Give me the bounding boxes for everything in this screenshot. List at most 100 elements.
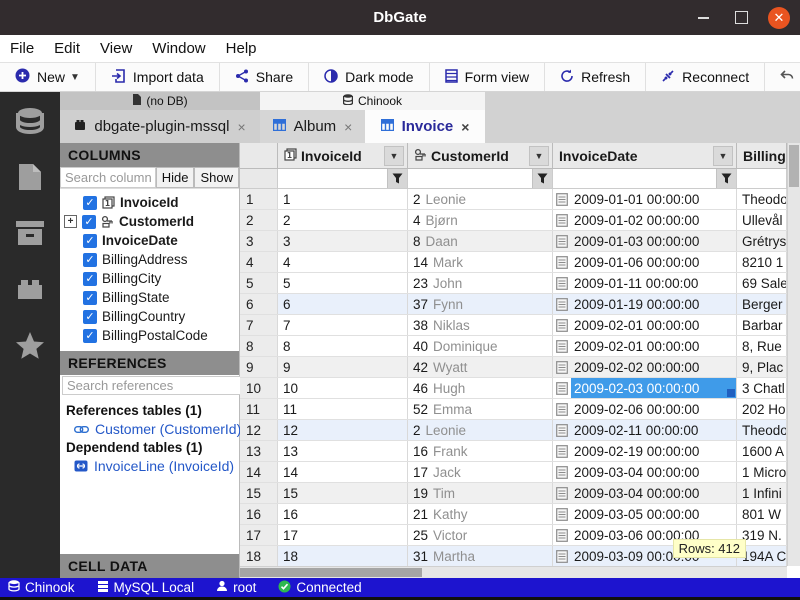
search-columns-input[interactable] [60, 167, 156, 188]
row-number-cell[interactable]: 17 [240, 525, 278, 545]
invoicedate-cell[interactable]: 2009-01-01 00:00:00 [553, 189, 737, 209]
invoiceid-cell[interactable]: 13 [278, 441, 408, 461]
show-button[interactable]: Show [194, 167, 239, 188]
tab-invoice[interactable]: Invoice × [365, 110, 485, 143]
invoicedate-cell[interactable]: 2009-02-06 00:00:00 [553, 399, 737, 419]
selection-handle[interactable] [727, 389, 735, 397]
customerid-cell[interactable]: 40Dominique [408, 336, 553, 356]
archive-icon[interactable] [13, 218, 47, 248]
filter-funnel-icon[interactable] [716, 169, 736, 188]
column-header-customerid[interactable]: CustomerId ▼ [408, 143, 553, 168]
row-number-cell[interactable]: 14 [240, 462, 278, 482]
filter-input[interactable] [737, 169, 786, 188]
filter-input[interactable] [408, 169, 532, 188]
row-number-cell[interactable]: 4 [240, 252, 278, 272]
checkbox-checked-icon[interactable]: ✓ [83, 329, 97, 343]
invoiceid-cell[interactable]: 2 [278, 210, 408, 230]
customerid-cell[interactable]: 19Tim [408, 483, 553, 503]
import-data-button[interactable]: Import data [96, 63, 220, 91]
maximize-icon[interactable] [730, 7, 752, 29]
column-list-item[interactable]: +✓CustomerId [60, 212, 239, 231]
invoiceid-cell[interactable]: 3 [278, 231, 408, 251]
open-detail-icon[interactable] [556, 508, 568, 521]
open-detail-icon[interactable] [556, 382, 568, 395]
invoiceid-cell[interactable]: 5 [278, 273, 408, 293]
horizontal-scrollbar-thumb[interactable] [240, 568, 422, 577]
refresh-button[interactable]: Refresh [545, 63, 646, 91]
customerid-cell[interactable]: 16Frank [408, 441, 553, 461]
row-number-cell[interactable]: 1 [240, 189, 278, 209]
share-button[interactable]: Share [220, 63, 309, 91]
customerid-cell[interactable]: 38Niklas [408, 315, 553, 335]
open-detail-icon[interactable] [556, 529, 568, 542]
status-user[interactable]: root [216, 580, 256, 595]
status-database[interactable]: Chinook [8, 580, 75, 595]
billingaddress-cell[interactable]: Theodo [737, 189, 787, 209]
customerid-cell[interactable]: 2Leonie [408, 189, 553, 209]
open-detail-icon[interactable] [556, 445, 568, 458]
invoiceid-cell[interactable]: 8 [278, 336, 408, 356]
checkbox-checked-icon[interactable]: ✓ [83, 272, 97, 286]
customerid-cell[interactable]: 14Mark [408, 252, 553, 272]
row-number-cell[interactable]: 6 [240, 294, 278, 314]
open-detail-icon[interactable] [556, 193, 568, 206]
reference-table-link[interactable]: Customer (CustomerId) [74, 421, 235, 437]
billingaddress-cell[interactable]: Barbar [737, 315, 787, 335]
invoiceid-cell[interactable]: 10 [278, 378, 408, 398]
menu-edit[interactable]: Edit [54, 40, 80, 57]
customerid-cell[interactable]: 4Bjørn [408, 210, 553, 230]
expand-icon[interactable]: + [64, 215, 77, 228]
open-detail-icon[interactable] [556, 340, 568, 353]
row-number-cell[interactable]: 9 [240, 357, 278, 377]
column-list-item[interactable]: ✓BillingAddress [60, 250, 239, 269]
row-number-cell[interactable]: 11 [240, 399, 278, 419]
menu-window[interactable]: Window [152, 40, 205, 57]
open-detail-icon[interactable] [556, 466, 568, 479]
reconnect-button[interactable]: Reconnect [646, 63, 765, 91]
close-tab-icon[interactable]: × [461, 119, 469, 135]
columns-panel-header[interactable]: COLUMNS [60, 143, 239, 167]
tab-group-chinook[interactable]: Chinook [260, 92, 485, 110]
tab-dbgate-plugin-mssql[interactable]: dbgate-plugin-mssql × [60, 110, 260, 143]
invoicedate-cell[interactable]: 2009-02-03 00:00:00 [553, 378, 737, 398]
open-detail-icon[interactable] [556, 550, 568, 563]
billingaddress-cell[interactable]: 69 Sale [737, 273, 787, 293]
chevron-down-icon[interactable]: ▼ [713, 146, 733, 166]
vertical-scrollbar-thumb[interactable] [789, 145, 799, 187]
row-number-cell[interactable]: 10 [240, 378, 278, 398]
database-icon[interactable] [13, 106, 47, 136]
checkbox-checked-icon[interactable]: ✓ [83, 253, 97, 267]
open-detail-icon[interactable] [556, 256, 568, 269]
open-detail-icon[interactable] [556, 403, 568, 416]
menu-help[interactable]: Help [226, 40, 257, 57]
invoicedate-cell[interactable]: 2009-02-11 00:00:00 [553, 420, 737, 440]
vertical-scrollbar[interactable] [787, 143, 800, 566]
column-list-item[interactable]: ✓BillingState [60, 288, 239, 307]
open-detail-icon[interactable] [556, 424, 568, 437]
close-tab-icon[interactable]: × [237, 119, 245, 135]
status-server[interactable]: MySQL Local [97, 580, 195, 595]
checkbox-checked-icon[interactable]: ✓ [83, 310, 97, 324]
invoiceid-cell[interactable]: 4 [278, 252, 408, 272]
customerid-cell[interactable]: 8Daan [408, 231, 553, 251]
tab-group-nodb[interactable]: (no DB) [60, 92, 260, 110]
open-detail-icon[interactable] [556, 235, 568, 248]
cell-data-panel-header[interactable]: CELL DATA [60, 554, 239, 578]
billingaddress-cell[interactable]: 8210 1 [737, 252, 787, 272]
customerid-cell[interactable]: 23John [408, 273, 553, 293]
invoiceid-cell[interactable]: 18 [278, 546, 408, 566]
customerid-cell[interactable]: 2Leonie [408, 420, 553, 440]
invoiceid-cell[interactable]: 16 [278, 504, 408, 524]
invoicedate-cell[interactable]: 2009-01-19 00:00:00 [553, 294, 737, 314]
checkbox-checked-icon[interactable]: ✓ [82, 215, 96, 229]
close-tab-icon[interactable]: × [344, 119, 352, 135]
billingaddress-cell[interactable]: 8, Rue [737, 336, 787, 356]
billingaddress-cell[interactable]: Grétrys [737, 231, 787, 251]
open-detail-icon[interactable] [556, 277, 568, 290]
invoiceid-cell[interactable]: 9 [278, 357, 408, 377]
open-detail-icon[interactable] [556, 298, 568, 311]
minimize-icon[interactable] [692, 7, 714, 29]
customerid-cell[interactable]: 52Emma [408, 399, 553, 419]
invoicedate-cell[interactable]: 2009-01-06 00:00:00 [553, 252, 737, 272]
billingaddress-cell[interactable]: 3 Chatl [737, 378, 787, 398]
